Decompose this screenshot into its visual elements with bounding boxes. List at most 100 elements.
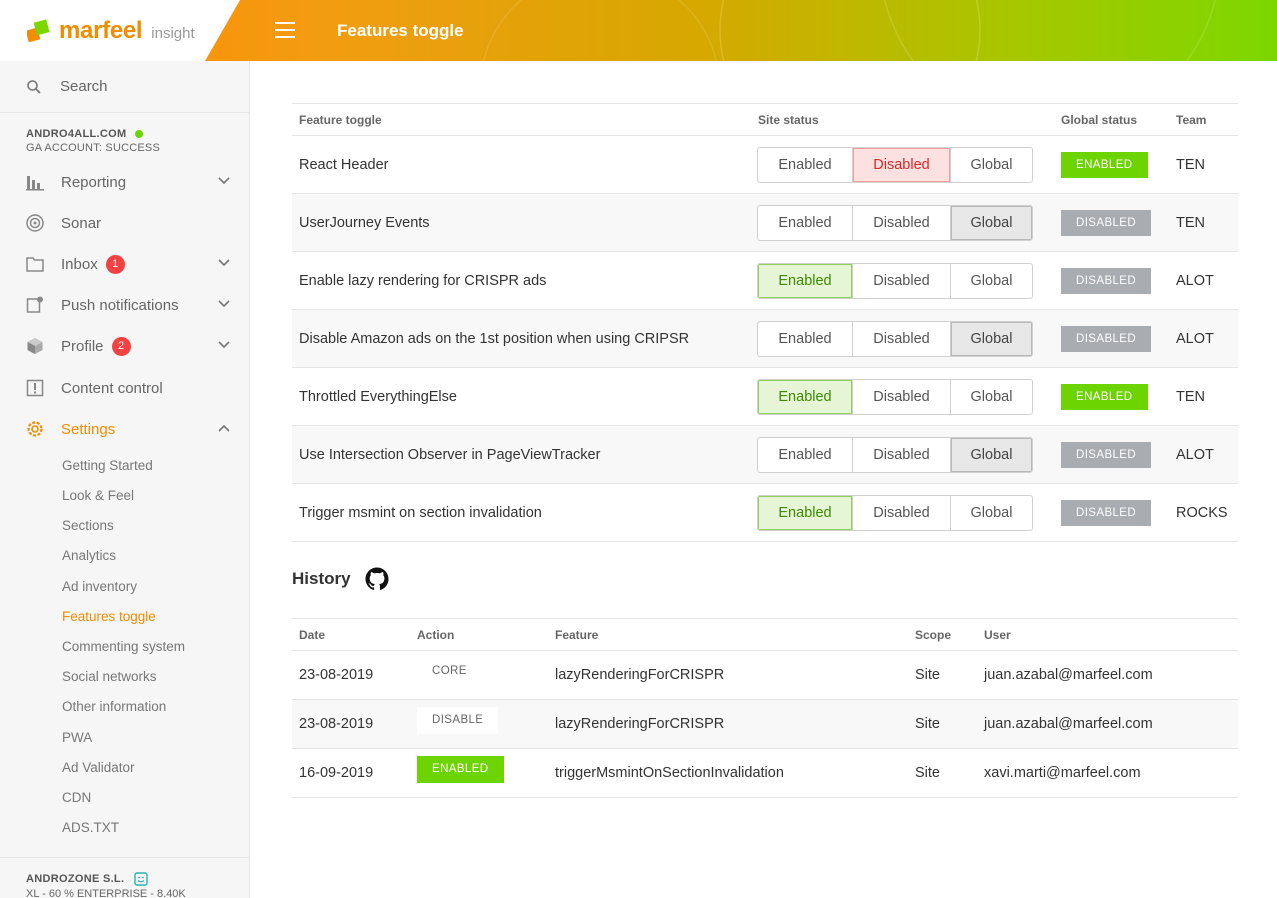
gear-icon xyxy=(25,419,45,439)
col-team: Team xyxy=(1176,112,1207,127)
sidebar-item-inbox[interactable]: Inbox 1 xyxy=(0,246,249,282)
team-name: TEN xyxy=(1176,389,1205,405)
sidebar-item-profile[interactable]: Profile 2 xyxy=(0,328,249,364)
sidebar-item-sonar[interactable]: Sonar xyxy=(0,205,249,241)
settings-sub-cdn[interactable]: CDN xyxy=(62,790,91,805)
col-global-status: Global status xyxy=(1061,112,1138,127)
alert-box-icon xyxy=(25,378,45,398)
feature-name: Disable Amazon ads on the 1st position w… xyxy=(299,331,690,347)
site-status-option-enabled[interactable]: Enabled xyxy=(758,148,853,182)
settings-sub-getting-started[interactable]: Getting Started xyxy=(62,458,153,473)
chevron-down-icon xyxy=(218,300,230,308)
sonar-icon xyxy=(25,213,45,233)
feature-name: UserJourney Events xyxy=(299,215,430,231)
sidebar-item-settings[interactable]: Settings xyxy=(0,411,249,447)
history-row: 23-08-2019 CORE lazyRenderingForCRISPR Site… xyxy=(292,651,1238,700)
site-status-option-enabled[interactable]: Enabled xyxy=(758,322,853,356)
settings-sub-social-networks[interactable]: Social networks xyxy=(62,669,157,684)
site-status-option-global[interactable]: Global xyxy=(951,148,1032,182)
settings-sub-look-feel[interactable]: Look & Feel xyxy=(62,488,134,503)
global-status-badge: DISABLED xyxy=(1061,442,1152,468)
site-status-option-global[interactable]: Global xyxy=(951,264,1032,298)
sidebar-item-reporting[interactable]: Reporting xyxy=(0,164,249,200)
site-status-option-global[interactable]: Global xyxy=(951,380,1032,414)
profile-badge: 2 xyxy=(111,336,131,356)
site-status-option-global[interactable]: Global xyxy=(951,322,1032,356)
site-status-option-disabled[interactable]: Disabled xyxy=(853,380,951,414)
feature-row: Trigger msmint on section invalidation En… xyxy=(292,484,1238,542)
chevron-down-icon xyxy=(218,259,230,267)
main-content: Feature toggle Site status Global status… xyxy=(250,61,1277,898)
top-header: marfeel insight Features toggle xyxy=(0,0,1277,61)
site-status-option-disabled[interactable]: Disabled xyxy=(853,264,951,298)
settings-sub-analytics[interactable]: Analytics xyxy=(62,548,116,563)
settings-sub-ad-inventory[interactable]: Ad inventory xyxy=(62,579,137,594)
feature-row: Enable lazy rendering for CRISPR ads Enab… xyxy=(292,252,1238,310)
site-status-option-enabled[interactable]: Enabled xyxy=(758,496,853,530)
site-status-option-disabled[interactable]: Disabled xyxy=(853,496,951,530)
features-table-header: Feature toggle Site status Global status… xyxy=(292,104,1238,136)
team-name: ALOT xyxy=(1176,273,1214,289)
history-row: 23-08-2019 DISABLE lazyRenderingForCRISPR S… xyxy=(292,700,1238,749)
history-scope: Site xyxy=(915,716,940,732)
feature-row: Disable Amazon ads on the 1st position w… xyxy=(292,310,1238,368)
history-feature: lazyRenderingForCRISPR xyxy=(555,716,725,732)
site-status-option-enabled[interactable]: Enabled xyxy=(758,438,853,472)
search-input[interactable] xyxy=(60,78,240,95)
hamburger-menu-icon[interactable] xyxy=(275,22,295,40)
bar-chart-icon xyxy=(25,172,45,192)
settings-sub-pwa[interactable]: PWA xyxy=(62,730,92,745)
global-status-badge: DISABLED xyxy=(1061,500,1152,526)
push-notification-icon xyxy=(25,295,45,315)
settings-sub-features-toggle[interactable]: Features toggle xyxy=(62,609,156,624)
settings-sub-other-information[interactable]: Other information xyxy=(62,699,166,714)
feature-name: Throttled EverythingElse xyxy=(299,389,457,405)
settings-sub-ads-txt[interactable]: ADS.TXT xyxy=(62,820,119,835)
site-status-option-enabled[interactable]: Enabled xyxy=(758,206,853,240)
site-status-option-disabled[interactable]: Disabled xyxy=(853,438,951,472)
col-date: Date xyxy=(299,628,326,642)
site-status-toggle: Enabled Disabled Global xyxy=(757,379,1033,415)
history-scope: Site xyxy=(915,765,940,781)
organization-plan: XL - 60 % ENTERPRISE - 8.40K xyxy=(26,888,186,898)
settings-sub-sections[interactable]: Sections xyxy=(62,518,114,533)
marfeel-logo[interactable]: marfeel insight xyxy=(25,17,195,45)
smiley-icon xyxy=(134,872,149,886)
site-status-option-disabled[interactable]: Disabled xyxy=(853,148,951,182)
col-site-status: Site status xyxy=(758,112,819,127)
site-status-option-enabled[interactable]: Enabled xyxy=(758,264,853,298)
history-scope: Site xyxy=(915,667,940,683)
github-icon[interactable] xyxy=(365,567,389,591)
status-dot xyxy=(135,130,144,138)
sidebar-item-push-notifications[interactable]: Push notifications xyxy=(0,287,249,323)
history-action-badge: ENABLED xyxy=(417,756,504,783)
site-status-option-disabled[interactable]: Disabled xyxy=(853,322,951,356)
site-status-toggle: Enabled Disabled Global xyxy=(757,263,1033,299)
team-name: ALOT xyxy=(1176,447,1214,463)
history-table: Date Action Feature Scope User 23-08-201… xyxy=(292,618,1238,798)
team-name: ALOT xyxy=(1176,331,1214,347)
chevron-up-icon xyxy=(218,424,230,432)
col-feature-toggle: Feature toggle xyxy=(299,112,382,127)
feature-row: UserJourney Events Enabled Disabled Global D… xyxy=(292,194,1238,252)
settings-sub-ad-validator[interactable]: Ad Validator xyxy=(62,760,135,775)
history-user: xavi.marti@marfeel.com xyxy=(984,765,1141,781)
global-status-badge: DISABLED xyxy=(1061,210,1152,236)
site-status-option-global[interactable]: Global xyxy=(951,206,1032,240)
logo-sub: insight xyxy=(151,25,195,42)
site-status-option-global[interactable]: Global xyxy=(951,496,1032,530)
col-scope: Scope xyxy=(915,628,952,642)
site-status-option-enabled[interactable]: Enabled xyxy=(758,380,853,414)
site-status-toggle: Enabled Disabled Global xyxy=(757,495,1033,531)
sidebar-item-content-control[interactable]: Content control xyxy=(0,370,249,406)
history-action-badge: DISABLE xyxy=(417,707,499,734)
chevron-down-icon xyxy=(218,177,230,185)
search-icon xyxy=(27,79,41,94)
global-status-badge: DISABLED xyxy=(1061,326,1152,352)
site-status-option-disabled[interactable]: Disabled xyxy=(853,206,951,240)
account-status: GA ACCOUNT: SUCCESS xyxy=(26,142,160,154)
settings-sub-commenting-system[interactable]: Commenting system xyxy=(62,639,185,654)
history-feature: lazyRenderingForCRISPR xyxy=(555,667,725,683)
site-status-option-global[interactable]: Global xyxy=(951,438,1032,472)
col-action: Action xyxy=(417,628,455,642)
